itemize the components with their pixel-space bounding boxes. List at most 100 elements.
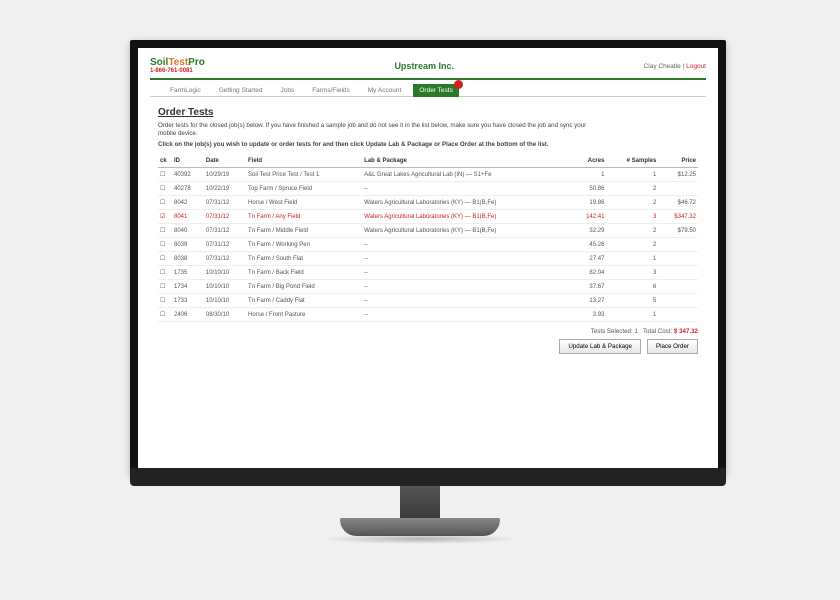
- screen-surface: SoilTestPro 1-866-761-0081 Upstream Inc.…: [138, 48, 718, 468]
- row-lab: --: [362, 308, 572, 322]
- row-acres: 27.47: [572, 252, 606, 266]
- col-ck: ck: [158, 155, 172, 168]
- row-checkbox[interactable]: ☐: [158, 182, 172, 196]
- instruction-text: Click on the job(s) you wish to update o…: [158, 141, 598, 149]
- row-price: [658, 294, 698, 308]
- row-lab: --: [362, 294, 572, 308]
- action-buttons: Update Lab & Package Place Order: [158, 339, 698, 354]
- row-checkbox[interactable]: ☐: [158, 196, 172, 210]
- content: Order Tests Order tests for the closed j…: [150, 97, 706, 360]
- row-id: 8042: [172, 196, 204, 210]
- row-checkbox[interactable]: ☐: [158, 252, 172, 266]
- table-row[interactable]: ☐173510/10/10Tn Farm / Back Field--82.04…: [158, 266, 698, 280]
- row-price: $347.32: [658, 210, 698, 224]
- table-row[interactable]: ☐803907/31/12Tn Farm / Working Pen--45.2…: [158, 238, 698, 252]
- table-row[interactable]: ☐803807/31/12Tn Farm / South Flat--27.47…: [158, 252, 698, 266]
- selected-label: Tests Selected:: [591, 328, 633, 335]
- table-row[interactable]: ☐804007/31/12Tn Farm / Middle FieldWater…: [158, 224, 698, 238]
- tab-my-account[interactable]: My Account: [362, 84, 408, 97]
- row-samples: 1: [606, 252, 658, 266]
- row-acres: 50.86: [572, 182, 606, 196]
- header-rule: [150, 78, 706, 80]
- table-row[interactable]: ☐4039210/29/19Soil Test Price Test / Tes…: [158, 168, 698, 182]
- tab-getting-started[interactable]: Getting Started: [213, 84, 269, 97]
- row-samples: 2: [606, 224, 658, 238]
- row-acres: 1: [572, 168, 606, 182]
- table-row[interactable]: ☑804107/31/12Tn Farm / Any FieldWaters A…: [158, 210, 698, 224]
- total-amount: $ 347.32: [674, 328, 698, 335]
- row-date: 10/10/10: [204, 294, 246, 308]
- row-price: [658, 266, 698, 280]
- row-date: 07/31/12: [204, 224, 246, 238]
- tab-order-tests[interactable]: Order Tests: [413, 84, 458, 97]
- tab-jobs[interactable]: Jobs: [274, 84, 300, 97]
- row-samples: 2: [606, 182, 658, 196]
- row-date: 07/31/12: [204, 196, 246, 210]
- row-date: 10/22/19: [204, 182, 246, 196]
- row-lab: --: [362, 280, 572, 294]
- monitor-bezel: SoilTestPro 1-866-761-0081 Upstream Inc.…: [130, 40, 726, 476]
- logo-text: SoilTestPro: [150, 58, 205, 68]
- row-id: 40392: [172, 168, 204, 182]
- row-checkbox[interactable]: ☐: [158, 294, 172, 308]
- jobs-table: ck ID Date Field Lab & Package Acres # S…: [158, 155, 698, 322]
- row-checkbox[interactable]: ☐: [158, 266, 172, 280]
- row-checkbox[interactable]: ☐: [158, 308, 172, 322]
- row-field: Tn Farm / Any Field: [246, 210, 362, 224]
- col-field: Field: [246, 155, 362, 168]
- update-lab-package-button[interactable]: Update Lab & Package: [559, 339, 641, 354]
- row-lab: Waters Agricultural Laboratories (KY) — …: [362, 210, 572, 224]
- place-order-button[interactable]: Place Order: [647, 339, 698, 354]
- user-name: Clay Cheatle: [644, 63, 681, 70]
- row-samples: 1: [606, 168, 658, 182]
- row-field: Tn Farm / Working Pen: [246, 238, 362, 252]
- row-acres: 32.29: [572, 224, 606, 238]
- row-id: 1734: [172, 280, 204, 294]
- row-lab: Waters Agricultural Laboratories (KY) — …: [362, 196, 572, 210]
- table-row[interactable]: ☐804207/31/12Horse / West FieldWaters Ag…: [158, 196, 698, 210]
- row-id: 1735: [172, 266, 204, 280]
- row-checkbox[interactable]: ☐: [158, 168, 172, 182]
- row-lab: --: [362, 182, 572, 196]
- row-price: [658, 238, 698, 252]
- logout-link[interactable]: Logout: [686, 63, 706, 70]
- row-samples: 3: [606, 266, 658, 280]
- row-price: [658, 252, 698, 266]
- row-price: [658, 182, 698, 196]
- row-checkbox[interactable]: ☐: [158, 224, 172, 238]
- row-lab: A&L Great Lakes Agricultural Lab (IN) — …: [362, 168, 572, 182]
- org-name: Upstream Inc.: [394, 61, 454, 71]
- row-field: Tn Farm / South Flat: [246, 252, 362, 266]
- table-row[interactable]: ☐4027810/22/19Top Farm / Spruce Field--5…: [158, 182, 698, 196]
- tab-farmlogic[interactable]: FarmLogic: [164, 84, 207, 97]
- logo: SoilTestPro 1-866-761-0081: [150, 58, 205, 74]
- total-label: Total Cost:: [643, 328, 672, 335]
- row-id: 2406: [172, 308, 204, 322]
- user-area: Clay Cheatle | Logout: [644, 63, 706, 70]
- row-checkbox[interactable]: ☐: [158, 238, 172, 252]
- notification-badge-icon: [454, 80, 463, 89]
- tab-order-tests-label: Order Tests: [419, 87, 452, 94]
- row-id: 8041: [172, 210, 204, 224]
- row-field: Horse / West Field: [246, 196, 362, 210]
- row-acres: 19.86: [572, 196, 606, 210]
- row-checkbox[interactable]: ☐: [158, 280, 172, 294]
- row-samples: 2: [606, 238, 658, 252]
- table-row[interactable]: ☐173410/10/10Tn Farm / Big Pond Field--3…: [158, 280, 698, 294]
- row-id: 40278: [172, 182, 204, 196]
- col-price: Price: [658, 155, 698, 168]
- row-date: 10/10/10: [204, 280, 246, 294]
- monitor-chin: [130, 468, 726, 486]
- row-date: 07/31/12: [204, 252, 246, 266]
- row-id: 8039: [172, 238, 204, 252]
- row-id: 1733: [172, 294, 204, 308]
- table-row[interactable]: ☐173310/10/10Tn Farm / Caddy Flat--13.27…: [158, 294, 698, 308]
- col-id: ID: [172, 155, 204, 168]
- logo-phone: 1-866-761-0081: [150, 68, 205, 74]
- table-row[interactable]: ☐240608/30/10Horse / Front Pasture--3.93…: [158, 308, 698, 322]
- row-samples: 1: [606, 308, 658, 322]
- row-acres: 37.67: [572, 280, 606, 294]
- row-acres: 142.41: [572, 210, 606, 224]
- row-checkbox[interactable]: ☑: [158, 210, 172, 224]
- tab-farms[interactable]: Farms/Fields: [306, 84, 356, 97]
